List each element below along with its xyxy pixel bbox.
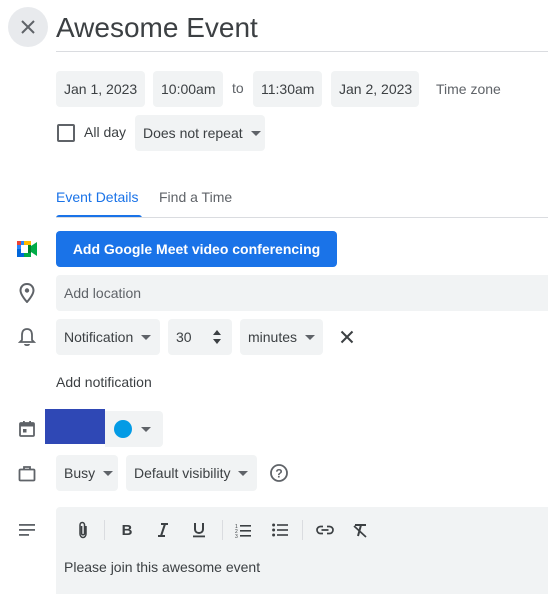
toolbar-divider xyxy=(222,520,223,540)
location-input[interactable]: Add location xyxy=(56,275,548,311)
help-circle-icon: ? xyxy=(270,464,288,482)
start-date-label: Jan 1, 2023 xyxy=(64,81,138,97)
location-placeholder: Add location xyxy=(64,285,142,301)
help-button[interactable]: ? xyxy=(268,462,290,484)
svg-text:3: 3 xyxy=(235,534,238,538)
svg-text:?: ? xyxy=(275,467,282,481)
notification-unit-dropdown[interactable]: minutes xyxy=(240,319,323,355)
calendar-selector[interactable] xyxy=(45,409,105,444)
close-icon xyxy=(21,20,35,34)
chevron-down-icon xyxy=(103,470,114,476)
underline-icon[interactable] xyxy=(188,519,210,541)
close-button[interactable] xyxy=(8,7,48,47)
event-title: Awesome Event xyxy=(56,12,258,43)
toolbar-divider xyxy=(302,520,303,540)
link-icon[interactable] xyxy=(314,519,336,541)
notification-value: 30 xyxy=(176,329,192,345)
tab-find-a-time-label: Find a Time xyxy=(159,189,233,205)
stepper-arrows-icon[interactable] xyxy=(212,329,222,345)
calendar-icon xyxy=(16,418,38,440)
remove-notification-button[interactable] xyxy=(335,325,359,349)
event-color-dropdown[interactable] xyxy=(105,411,163,447)
attachment-icon[interactable] xyxy=(72,519,94,541)
briefcase-icon xyxy=(16,462,38,484)
availability-label: Busy xyxy=(64,465,96,481)
all-day-checkbox[interactable] xyxy=(57,124,75,142)
repeat-dropdown[interactable]: Does not repeat xyxy=(135,115,265,151)
notes-icon xyxy=(16,519,38,541)
location-pin-icon xyxy=(16,282,38,304)
description-editor[interactable]: B 1 2 3 Please join this awesome event xyxy=(56,507,548,594)
notification-value-stepper[interactable]: 30 xyxy=(168,319,232,355)
start-time-button[interactable]: 10:00am xyxy=(153,71,223,107)
to-label: to xyxy=(232,80,244,96)
start-time-label: 10:00am xyxy=(161,81,216,97)
all-day-label: All day xyxy=(84,124,127,140)
close-icon xyxy=(340,330,354,344)
visibility-label: Default visibility xyxy=(134,465,231,481)
availability-dropdown[interactable]: Busy xyxy=(56,455,118,491)
notification-type-dropdown[interactable]: Notification xyxy=(56,319,160,355)
end-time-button[interactable]: 11:30am xyxy=(253,71,322,107)
tab-event-details[interactable]: Event Details xyxy=(56,180,142,218)
end-date-label: Jan 2, 2023 xyxy=(339,81,413,97)
clear-formatting-icon[interactable] xyxy=(349,519,371,541)
chevron-down-icon xyxy=(141,334,152,340)
repeat-label: Does not repeat xyxy=(143,125,243,141)
chevron-down-icon xyxy=(250,130,261,136)
time-zone-link[interactable]: Time zone xyxy=(436,81,501,97)
add-google-meet-button[interactable]: Add Google Meet video conferencing xyxy=(56,231,337,267)
add-notification-link[interactable]: Add notification xyxy=(56,374,152,390)
numbered-list-icon[interactable]: 1 2 3 xyxy=(232,519,254,541)
add-google-meet-label: Add Google Meet video conferencing xyxy=(72,241,321,257)
notification-type-label: Notification xyxy=(64,329,134,345)
end-time-label: 11:30am xyxy=(261,81,315,97)
visibility-dropdown[interactable]: Default visibility xyxy=(126,455,257,491)
italic-icon[interactable] xyxy=(152,519,174,541)
chevron-down-icon xyxy=(238,470,249,476)
google-meet-icon xyxy=(16,238,38,260)
tab-find-a-time[interactable]: Find a Time xyxy=(159,180,239,218)
start-date-button[interactable]: Jan 1, 2023 xyxy=(56,71,145,107)
tabs-divider xyxy=(56,217,548,218)
bulleted-list-icon[interactable] xyxy=(269,519,291,541)
description-text: Please join this awesome event xyxy=(64,559,261,575)
tab-event-details-label: Event Details xyxy=(56,189,139,205)
toolbar-divider xyxy=(104,520,105,540)
notification-unit-label: minutes xyxy=(248,329,298,345)
bell-icon xyxy=(16,326,38,348)
event-title-input[interactable]: Awesome Event xyxy=(56,10,548,52)
chevron-down-icon xyxy=(305,334,316,340)
bold-icon[interactable]: B xyxy=(116,519,138,541)
event-color-dot xyxy=(114,420,132,438)
end-date-button[interactable]: Jan 2, 2023 xyxy=(331,71,419,107)
chevron-down-icon xyxy=(141,427,151,432)
